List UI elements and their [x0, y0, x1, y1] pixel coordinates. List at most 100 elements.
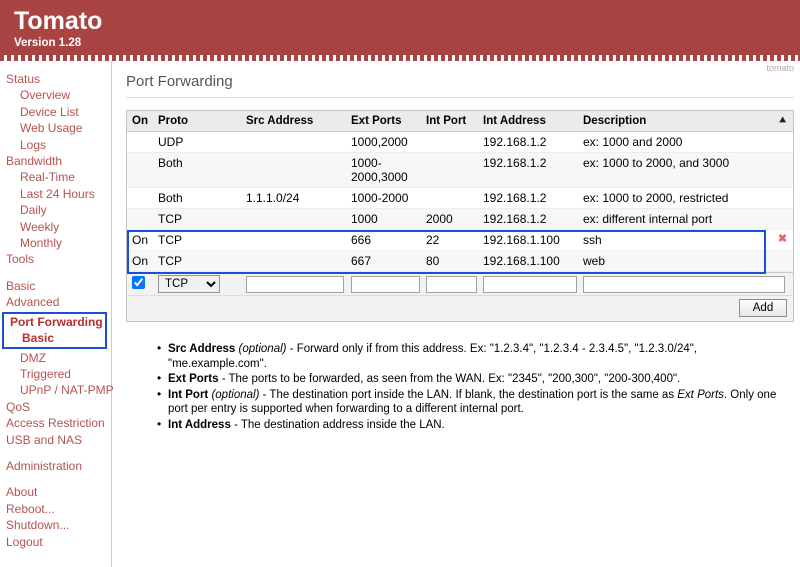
sidebar-item-basic[interactable]: Basic: [4, 330, 105, 346]
sidebar-item-shutdown[interactable]: Shutdown...: [0, 517, 111, 533]
table-row[interactable]: On TCP 666 22 192.168.1.100 ssh ✖: [127, 229, 793, 251]
main-content: tomato Port Forwarding On Proto Src Addr…: [112, 61, 800, 567]
cell-on: [127, 187, 153, 209]
cell-ext-ports: 1000,2000: [346, 131, 421, 153]
column-header-int-address[interactable]: Int Address: [478, 111, 578, 132]
help-optional-marker: (optional): [211, 388, 260, 401]
new-entry-ext-ports-input[interactable]: [351, 275, 420, 293]
add-button[interactable]: Add: [739, 299, 787, 317]
sidebar-item-reboot[interactable]: Reboot...: [0, 501, 111, 517]
table-row[interactable]: Both 1000-2000,3000 192.168.1.2 ex: 1000 to…: [127, 152, 793, 188]
column-header-description[interactable]: Description: [578, 111, 771, 132]
sidebar-item-monthly[interactable]: Monthly: [0, 235, 111, 251]
cell-delete-empty: [771, 208, 793, 230]
help-list-item: Int Port (optional) - The destination po…: [157, 387, 792, 417]
column-header-sort[interactable]: ⯅: [771, 111, 793, 132]
cell-src-address: 1.1.1.0/24: [241, 187, 346, 209]
sidebar-item-logout[interactable]: Logout: [0, 534, 111, 550]
sidebar-item-advanced[interactable]: Advanced: [0, 294, 111, 310]
sidebar-item-overview[interactable]: Overview: [0, 87, 111, 103]
new-entry-description-input[interactable]: [583, 275, 785, 293]
cell-description: ex: different internal port: [578, 208, 771, 230]
cell-src-address: [241, 250, 346, 272]
sidebar-item-last-24-hours[interactable]: Last 24 Hours: [0, 186, 111, 202]
help-optional-marker: (optional): [238, 343, 287, 355]
cell-description: ex: 1000 and 2000: [578, 131, 771, 153]
sidebar-nav: Status Overview Device List Web Usage Logs Ba…: [0, 61, 114, 567]
cell-int-port: 22: [421, 229, 478, 251]
cell-description: web: [578, 250, 771, 272]
table-header-row: On Proto Src Address Ext Ports Int Port …: [127, 111, 793, 132]
sidebar-item-port-forwarding[interactable]: Port Forwarding: [4, 314, 105, 330]
new-entry-enabled-checkbox[interactable]: [132, 276, 145, 289]
column-header-proto[interactable]: Proto: [153, 111, 241, 132]
new-entry-int-port-input[interactable]: [426, 275, 477, 293]
sidebar-item-web-usage[interactable]: Web Usage: [0, 120, 111, 136]
cell-int-port: 80: [421, 250, 478, 272]
sidebar-item-administration[interactable]: Administration: [0, 458, 111, 474]
column-header-ext-ports[interactable]: Ext Ports: [346, 111, 421, 132]
sidebar-item-usb-and-nas[interactable]: USB and NAS: [0, 432, 111, 448]
sidebar-item-daily[interactable]: Daily: [0, 202, 111, 218]
app-version: Version 1.28: [14, 37, 82, 49]
sidebar-item-access-restriction[interactable]: Access Restriction: [0, 415, 111, 431]
delete-row-icon[interactable]: ✖: [771, 229, 793, 251]
table-row[interactable]: Both 1.1.1.0/24 1000-2000 192.168.1.2 ex: 10…: [127, 187, 793, 209]
cell-description: ex: 1000 to 2000, and 3000: [578, 152, 771, 188]
cell-proto: TCP: [153, 250, 241, 272]
new-entry-intaddr-cell: [483, 275, 583, 293]
cell-on: [127, 208, 153, 230]
sidebar-item-upnp-nat-pmp[interactable]: UPnP / NAT-PMP: [0, 382, 114, 398]
sidebar-active-group-port-forwarding: Port Forwarding Basic: [2, 311, 107, 349]
sidebar-item-dmz[interactable]: DMZ: [0, 350, 111, 366]
cell-ext-ports: 667: [346, 250, 421, 272]
column-header-int-port[interactable]: Int Port: [421, 111, 478, 132]
cell-src-address: [241, 131, 346, 153]
column-header-src-address[interactable]: Src Address: [241, 111, 346, 132]
sidebar-item-device-list[interactable]: Device List: [0, 104, 111, 120]
sidebar-item-triggered[interactable]: Triggered: [0, 366, 111, 382]
sidebar-top-section: Status Overview Device List Web Usage Logs Ba…: [0, 71, 111, 311]
help-text: Src Address (optional) - Forward only if…: [152, 341, 792, 432]
new-entry-int-address-input[interactable]: [483, 275, 577, 293]
title-divider: [126, 97, 794, 98]
sidebar-item-bandwidth[interactable]: Bandwidth: [0, 153, 111, 169]
column-header-on[interactable]: On: [127, 111, 153, 132]
table-row[interactable]: On TCP 667 80 192.168.1.100 web: [127, 250, 793, 272]
sort-arrow-up-icon[interactable]: ⯅: [778, 115, 787, 127]
table-row[interactable]: UDP 1000,2000 192.168.1.2 ex: 1000 and 2000: [127, 131, 793, 153]
sidebar-item-tools[interactable]: Tools: [0, 251, 111, 267]
new-entry-src-address-input[interactable]: [246, 275, 344, 293]
sidebar-item-real-time[interactable]: Real-Time: [0, 169, 111, 185]
cell-int-address: 192.168.1.100: [478, 250, 578, 272]
cell-int-address: 192.168.1.2: [478, 187, 578, 209]
cell-ext-ports: 666: [346, 229, 421, 251]
cell-description: ex: 1000 to 2000, restricted: [578, 187, 771, 209]
table-row[interactable]: TCP 1000 2000 192.168.1.2 ex: different inte…: [127, 208, 793, 230]
cell-ext-ports: 1000-2000: [346, 187, 421, 209]
help-term: Src Address: [168, 343, 236, 355]
sidebar-item-basic[interactable]: Basic: [0, 278, 111, 294]
port-forwarding-panel: On Proto Src Address Ext Ports Int Port …: [126, 110, 794, 322]
sidebar-item-weekly[interactable]: Weekly: [0, 219, 111, 235]
cell-int-address: 192.168.1.2: [478, 152, 578, 188]
sidebar-item-logs[interactable]: Logs: [0, 137, 111, 153]
cell-on: [127, 131, 153, 153]
cell-int-address: 192.168.1.100: [478, 229, 578, 251]
new-entry-proto-select[interactable]: TCPUDPBoth: [158, 275, 220, 293]
cell-on: On: [127, 250, 153, 272]
sidebar-item-status[interactable]: Status: [0, 71, 111, 87]
sidebar-bottom-section: DMZ Triggered UPnP / NAT-PMP QoS Access Rest…: [0, 350, 114, 550]
new-entry-on-cell: [132, 276, 158, 292]
help-term: Ext Ports: [168, 373, 219, 385]
cell-delete-empty: [771, 152, 793, 188]
cell-delete-empty: [771, 250, 793, 272]
cell-delete-empty: [771, 131, 793, 153]
page-title: Port Forwarding: [126, 73, 233, 90]
cell-on: On: [127, 229, 153, 251]
sidebar-item-about[interactable]: About: [0, 484, 111, 500]
help-emphasis: Ext Ports: [677, 388, 724, 401]
sidebar-item-qos[interactable]: QoS: [0, 399, 111, 415]
